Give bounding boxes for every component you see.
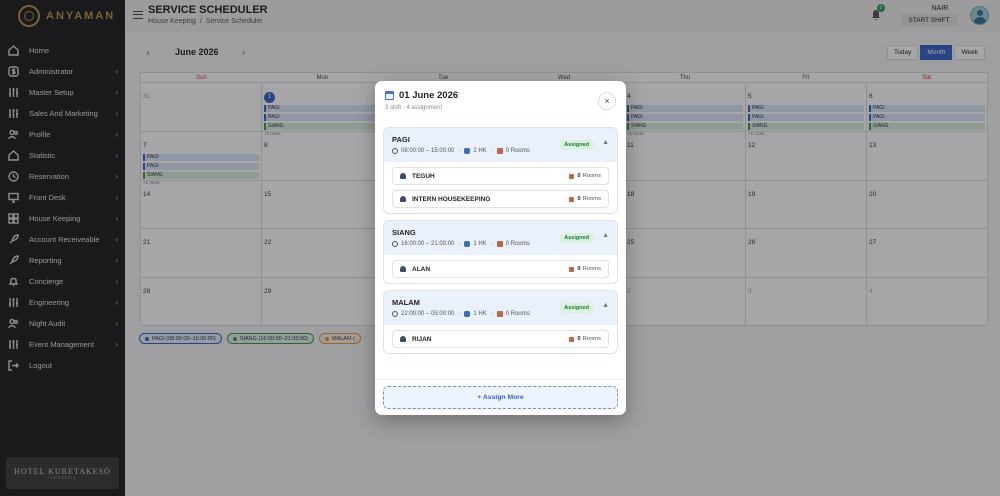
rooms-label: Rooms xyxy=(582,266,601,272)
person-icon xyxy=(400,196,406,202)
rooms-count: 0 xyxy=(577,173,581,179)
staff-rooms: 0 Rooms xyxy=(569,196,601,202)
people-icon xyxy=(464,311,471,317)
staff-rooms: 0 Rooms xyxy=(569,336,601,342)
shift-list: PAGI 08:00:00 – 15:00:00 · 2 HK · 0 Rooms Assi… xyxy=(383,127,618,374)
close-button[interactable]: × xyxy=(598,92,616,110)
separator: · xyxy=(490,241,493,247)
bed-icon xyxy=(496,311,503,317)
shift-rooms: 0 Rooms xyxy=(505,311,530,317)
bed-icon xyxy=(496,148,503,154)
separator: · xyxy=(490,148,493,154)
shift-hk-count: 2 HK xyxy=(473,148,487,154)
shift-card-malam: MALAM 22:00:00 – 05:00:00 · 1 HK · 0 Rooms Ass… xyxy=(383,290,618,354)
shift-rooms: 0 Rooms xyxy=(505,241,530,247)
day-detail-modal: 01 June 2026 3 shift · 4 assignment × PA… xyxy=(375,81,626,415)
clock-icon xyxy=(392,311,398,317)
shift-header[interactable]: MALAM 22:00:00 – 05:00:00 · 1 HK · 0 Rooms Ass… xyxy=(384,291,617,325)
status-badge: Assigned xyxy=(559,140,594,150)
modal-title: 01 June 2026 xyxy=(385,90,616,101)
bed-icon xyxy=(569,196,575,202)
chevron-up-icon[interactable]: ▲ xyxy=(602,302,609,309)
status-badge: Assigned xyxy=(559,303,594,313)
shift-header[interactable]: SIANG 16:00:00 – 21:00:00 · 1 HK · 0 Rooms Ass… xyxy=(384,221,617,255)
modal-title-text: 01 June 2026 xyxy=(399,90,459,101)
rooms-count: 0 xyxy=(577,196,581,202)
modal-header: 01 June 2026 3 shift · 4 assignment × xyxy=(385,90,616,111)
bed-icon xyxy=(496,241,503,247)
bed-icon xyxy=(569,266,575,272)
staff-name: RIJAN xyxy=(412,335,432,343)
shift-card-pagi: PAGI 08:00:00 – 15:00:00 · 2 HK · 0 Rooms Assi… xyxy=(383,127,618,214)
separator: · xyxy=(458,311,461,317)
staff-row[interactable]: INTERN HOUSEKEEPING 0 Rooms xyxy=(392,190,609,208)
clock-icon xyxy=(392,241,398,247)
bed-icon xyxy=(569,173,575,179)
staff-list: RIJAN 0 Rooms xyxy=(384,325,617,353)
staff-rooms: 0 Rooms xyxy=(569,173,601,179)
shift-time: 22:00:00 – 05:00:00 xyxy=(401,311,455,317)
rooms-label: Rooms xyxy=(582,336,601,342)
rooms-count: 0 xyxy=(577,266,581,272)
person-icon xyxy=(400,173,406,179)
chevron-up-icon[interactable]: ▲ xyxy=(602,139,609,146)
staff-list: ALAN 0 Rooms xyxy=(384,255,617,283)
shift-rooms: 0 Rooms xyxy=(505,148,530,154)
staff-name: TEGUH xyxy=(412,172,435,180)
separator: · xyxy=(458,241,461,247)
bed-icon xyxy=(569,336,575,342)
modal-footer: + Assign More xyxy=(375,379,626,409)
staff-list: TEGUH 0 Rooms INTERN HOUSEKEEPING 0 Rooms xyxy=(384,162,617,213)
rooms-label: Rooms xyxy=(582,173,601,179)
shift-hk-count: 1 HK xyxy=(473,241,487,247)
clock-icon xyxy=(392,148,398,154)
shift-header[interactable]: PAGI 08:00:00 – 15:00:00 · 2 HK · 0 Rooms Assi… xyxy=(384,128,617,162)
staff-name: ALAN xyxy=(412,265,431,273)
shift-time: 08:00:00 – 15:00:00 xyxy=(401,148,455,154)
rooms-count: 0 xyxy=(577,336,581,342)
staff-row[interactable]: ALAN 0 Rooms xyxy=(392,260,609,278)
calendar-icon xyxy=(385,91,394,100)
staff-rooms: 0 Rooms xyxy=(569,266,601,272)
staff-row[interactable]: RIJAN 0 Rooms xyxy=(392,330,609,348)
staff-row[interactable]: TEGUH 0 Rooms xyxy=(392,167,609,185)
shift-card-siang: SIANG 16:00:00 – 21:00:00 · 1 HK · 0 Rooms Ass… xyxy=(383,220,618,284)
separator: · xyxy=(490,311,493,317)
status-badge: Assigned xyxy=(559,233,594,243)
person-icon xyxy=(400,266,406,272)
person-icon xyxy=(400,336,406,342)
chevron-up-icon[interactable]: ▲ xyxy=(602,232,609,239)
separator: · xyxy=(458,148,461,154)
shift-hk-count: 1 HK xyxy=(473,311,487,317)
staff-name: INTERN HOUSEKEEPING xyxy=(412,195,491,203)
assign-more-button[interactable]: + Assign More xyxy=(383,386,618,409)
shift-time: 16:00:00 – 21:00:00 xyxy=(401,241,455,247)
people-icon xyxy=(464,241,471,247)
modal-subtitle: 3 shift · 4 assignment xyxy=(385,105,443,111)
rooms-label: Rooms xyxy=(582,196,601,202)
people-icon xyxy=(464,148,471,154)
